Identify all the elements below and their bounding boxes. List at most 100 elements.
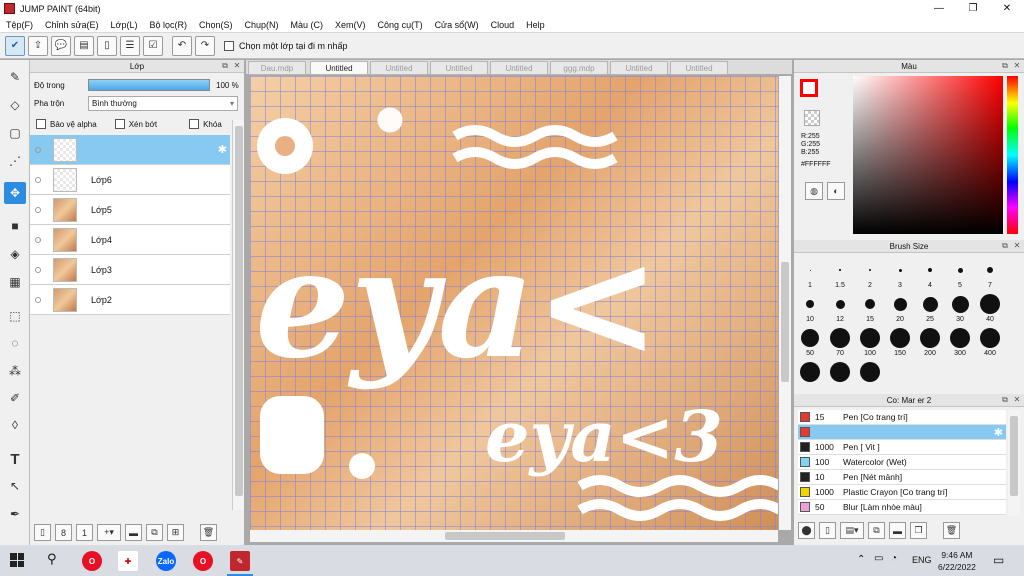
jump-paint-taskbar-icon[interactable]: ✎ [230, 551, 250, 571]
brush-preset-item[interactable]: 100 Watercolor (Wet) [798, 455, 1006, 470]
layer-visibility-icon[interactable] [35, 146, 41, 153]
brush-size-option[interactable] [826, 360, 854, 384]
clip-checkbox[interactable] [114, 119, 125, 129]
brush-size-option[interactable] [796, 360, 824, 384]
brush-size-option[interactable]: 3 [886, 258, 914, 289]
gear-icon[interactable]: ✱ [994, 426, 1003, 439]
operation-tool-icon[interactable]: ↖ [4, 475, 26, 497]
eraser-tool-icon[interactable]: ◇ [4, 94, 26, 116]
document-icon[interactable]: ▯ [97, 35, 117, 56]
brush-size-option[interactable]: 15 [856, 292, 884, 323]
duplicate-preset-icon[interactable]: ❐ [910, 522, 927, 539]
language-indicator[interactable]: ENG [912, 555, 932, 565]
chevron-up-icon[interactable]: ⌃ [857, 554, 865, 565]
check-icon[interactable]: ✔ [5, 35, 25, 56]
layer-row[interactable]: Lớp5 [30, 195, 230, 225]
tab-document[interactable]: Untitled [310, 61, 368, 75]
tab-document[interactable]: Dau.mdp [248, 61, 306, 75]
menu-capture[interactable]: Chụp(N) [239, 20, 285, 30]
select-eraser-tool-icon[interactable]: ◊ [4, 414, 26, 436]
transparent-color-swatch[interactable] [804, 110, 820, 126]
menu-select[interactable]: Chọn(S) [193, 20, 239, 30]
opacity-slider[interactable] [88, 79, 210, 91]
list-icon[interactable]: ☰ [120, 35, 140, 56]
move-tool-icon[interactable]: ✥ [4, 182, 26, 204]
blend-mode-select[interactable]: Bình thường ▾ [88, 96, 238, 111]
brush-size-option[interactable]: 50 [796, 326, 824, 357]
menu-layer[interactable]: Lớp(L) [105, 20, 144, 30]
brush-size-option[interactable]: 10 [796, 292, 824, 323]
brush-size-option[interactable]: 200 [916, 326, 944, 357]
brush-size-option[interactable]: 1 [796, 258, 824, 289]
brush-size-option[interactable]: 150 [886, 326, 914, 357]
primary-color-swatch[interactable] [800, 79, 818, 97]
brush-size-option[interactable] [856, 360, 884, 384]
layer-row[interactable]: Lớp2 [30, 285, 230, 315]
tab-document[interactable]: Untitled [490, 61, 548, 75]
text-tool-icon[interactable]: T [4, 448, 26, 470]
brush-size-option[interactable]: 70 [826, 326, 854, 357]
menu-cloud[interactable]: Cloud [485, 20, 521, 30]
menu-file[interactable]: Tệp(F) [0, 20, 39, 30]
network-icon[interactable]: ◔ [891, 553, 897, 564]
menu-window[interactable]: Cửa sổ(W) [429, 20, 485, 30]
layer-row[interactable]: ✱ [30, 135, 230, 165]
close-button[interactable]: ✕ [990, 0, 1024, 17]
layer-row[interactable]: Lớp3 [30, 255, 230, 285]
brush-size-option[interactable]: 40 [976, 292, 1004, 323]
saturation-value-picker[interactable] [853, 76, 1003, 234]
app-icon[interactable]: ✚ [118, 551, 138, 571]
drawing-canvas[interactable]: eya< eya<3 [250, 76, 778, 530]
brush-preset-item[interactable]: 1000 Plastic Crayon [Co trang trí] [798, 485, 1006, 500]
palette-icon[interactable]: ◍ [805, 182, 823, 200]
tab-document[interactable]: Untitled [670, 61, 728, 75]
copy-preset-icon[interactable]: ⧉ [868, 522, 885, 539]
checklist-icon[interactable]: ☑ [143, 35, 163, 56]
clock[interactable]: 9:46 AM 6/22/2022 [938, 549, 976, 573]
canvas-hscroll-thumb[interactable] [445, 532, 565, 540]
panel-close-icon[interactable]: ✕ [1012, 241, 1022, 251]
layer-visibility-icon[interactable] [35, 236, 41, 243]
tab-document[interactable]: Untitled [370, 61, 428, 75]
layer-visibility-icon[interactable] [35, 296, 41, 303]
zalo-icon[interactable]: Zalo [156, 551, 176, 571]
menu-filter[interactable]: Bộ lọc(R) [143, 20, 193, 30]
duplicate-layer-icon[interactable]: ⧉ [146, 524, 163, 541]
tab-document[interactable]: Untitled [610, 61, 668, 75]
layer-scroll-thumb[interactable] [235, 126, 243, 496]
brush-size-option[interactable]: 4 [916, 258, 944, 289]
panel-close-icon[interactable]: ✕ [232, 61, 242, 71]
layer-visibility-icon[interactable] [35, 206, 41, 213]
brush-preset-item[interactable]: ✱ [798, 425, 1006, 440]
brush-size-option[interactable]: 300 [946, 326, 974, 357]
eyedropper-tool-icon[interactable]: ✒ [4, 503, 26, 525]
brush-preset-item[interactable]: 1000 Pen [ Vit ] [798, 440, 1006, 455]
share-icon[interactable]: ⇪ [28, 35, 48, 56]
delete-preset-icon[interactable]: 🗑 [943, 522, 960, 539]
brush-size-option[interactable]: 20 [886, 292, 914, 323]
brush-size-option[interactable]: 2 [856, 258, 884, 289]
hue-slider[interactable] [1007, 76, 1018, 234]
add-preset-menu-icon[interactable]: ▤▾ [840, 522, 864, 539]
brush-size-option[interactable]: 25 [916, 292, 944, 323]
canvas-horizontal-scrollbar[interactable] [250, 530, 778, 542]
popout-icon[interactable]: ⧉ [220, 61, 230, 71]
brush-preset-item[interactable]: 10 Pen [Nét mảnh] [798, 470, 1006, 485]
merge-layer-icon[interactable]: ⊞ [167, 524, 184, 541]
tab-document[interactable]: ggg.mdp [550, 61, 608, 75]
select-one-layer-option[interactable]: Chọn một lớp tại đi m nhấp [224, 40, 347, 51]
menu-help[interactable]: Help [520, 20, 551, 30]
layer-visibility-icon[interactable] [35, 176, 41, 183]
undo-icon[interactable]: ↶ [172, 35, 192, 56]
fill-rect-tool-icon[interactable]: ■ [4, 215, 26, 237]
magic-wand-tool-icon[interactable]: ⁂ [4, 360, 26, 382]
preset-scroll-thumb[interactable] [1010, 416, 1018, 496]
brush-size-option[interactable]: 30 [946, 292, 974, 323]
layer-row[interactable]: Lớp4 [30, 225, 230, 255]
rectangle-tool-icon[interactable]: ▢ [4, 122, 26, 144]
new-layer-icon[interactable]: ▯ [34, 524, 51, 541]
add-layer-menu-icon[interactable]: +▾ [97, 524, 121, 541]
preset-scrollbar[interactable] [1008, 410, 1020, 516]
gear-icon[interactable]: ✱ [218, 143, 227, 156]
stamp-icon[interactable]: ⬤ [798, 522, 815, 539]
